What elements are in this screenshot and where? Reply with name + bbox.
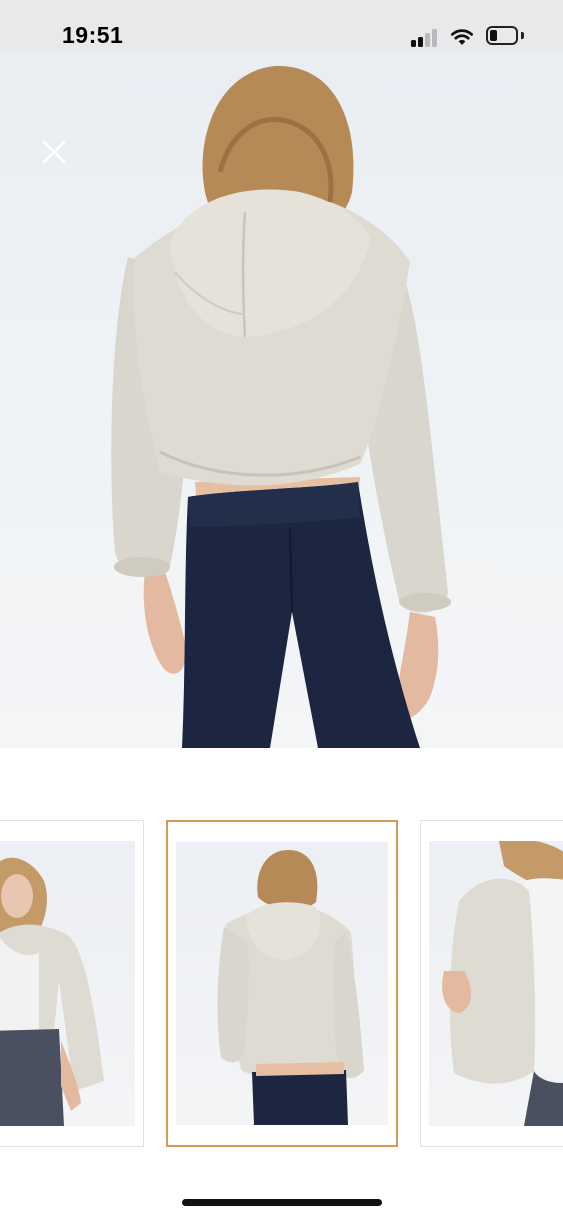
status-time: 19:51 — [62, 22, 124, 48]
thumbnail-front-view[interactable] — [0, 820, 144, 1147]
battery-level — [490, 30, 497, 41]
wifi-icon — [451, 29, 473, 45]
thumbnail-side-detail[interactable] — [420, 820, 563, 1147]
status-bar: 19:51 — [0, 0, 563, 52]
battery-cap — [521, 32, 524, 39]
product-photo-back-view — [111, 65, 451, 748]
close-button[interactable] — [34, 132, 74, 172]
product-photo-back-view — [217, 850, 364, 1125]
main-product-image[interactable] — [0, 52, 563, 748]
product-photo-side-detail — [442, 841, 563, 1126]
cellular-signal-icon — [411, 28, 441, 47]
thumbnail-back-view[interactable] — [166, 820, 398, 1147]
battery-icon — [486, 26, 518, 45]
home-indicator[interactable] — [182, 1199, 382, 1206]
product-photo-front-view — [0, 857, 104, 1126]
close-icon — [42, 140, 66, 164]
